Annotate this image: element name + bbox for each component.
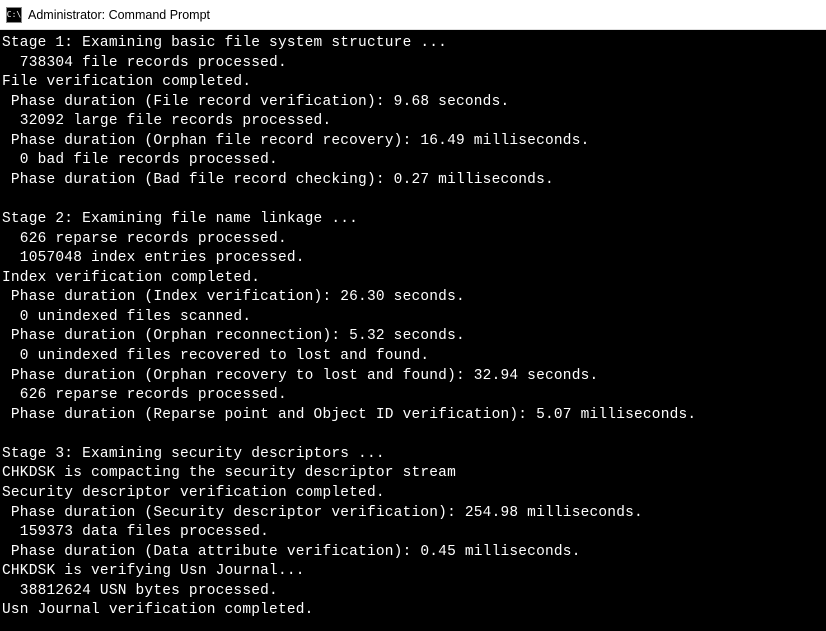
terminal-output[interactable]: Stage 1: Examining basic file system str… [0,30,826,631]
cmd-icon: C:\ [6,7,22,23]
window-title: Administrator: Command Prompt [28,8,210,22]
window-titlebar[interactable]: C:\ Administrator: Command Prompt [0,0,826,30]
